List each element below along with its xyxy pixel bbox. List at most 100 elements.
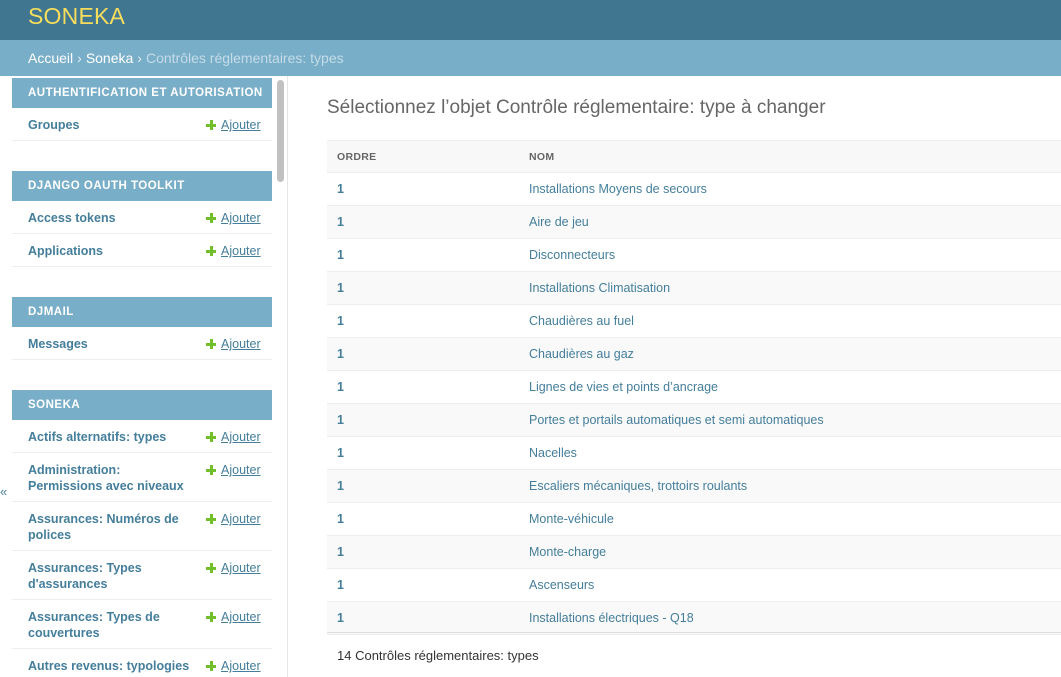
sidebar-item-link[interactable]: Autres revenus: typologies bbox=[28, 658, 203, 674]
table-row: 1 Ascenseurs bbox=[327, 569, 1061, 602]
sidebar-item-groupes: Groupes Ajouter bbox=[12, 108, 272, 141]
add-button[interactable]: Ajouter bbox=[206, 429, 261, 445]
add-button[interactable]: Ajouter bbox=[206, 658, 261, 674]
add-button[interactable]: Ajouter bbox=[206, 511, 261, 527]
module-auth: Authentification et autorisation Groupes… bbox=[12, 78, 272, 141]
row-ordre-link[interactable]: 1 bbox=[337, 347, 344, 361]
table-row: 1 Chaudières au gaz bbox=[327, 338, 1061, 371]
row-nom: Disconnecteurs bbox=[529, 248, 616, 262]
breadcrumb-home[interactable]: Accueil bbox=[28, 50, 73, 66]
sidebar-scrollbar[interactable] bbox=[277, 80, 284, 182]
main-content: Sélectionnez l’objet Contrôle réglementa… bbox=[287, 76, 1061, 677]
row-nom: Nacelles bbox=[529, 446, 577, 460]
sidebar-item-link[interactable]: Applications bbox=[28, 243, 188, 259]
row-nom: Ascenseurs bbox=[529, 578, 595, 592]
row-ordre-link[interactable]: 1 bbox=[337, 611, 344, 625]
add-button[interactable]: Ajouter bbox=[206, 243, 261, 259]
sidebar-item-link[interactable]: Assurances: Types de couvertures bbox=[28, 609, 188, 641]
page-title: Sélectionnez l’objet Contrôle réglementa… bbox=[327, 97, 826, 118]
plus-icon bbox=[206, 465, 216, 475]
row-nom: Aire de jeu bbox=[529, 215, 589, 229]
table-row: 1 Installations électriques - Q18 bbox=[327, 602, 1061, 635]
breadcrumb-separator: › bbox=[137, 50, 142, 66]
sidebar-item-applications: Applications Ajouter bbox=[12, 234, 272, 267]
table-row: 1 Monte-véhicule bbox=[327, 503, 1061, 536]
row-ordre-link[interactable]: 1 bbox=[337, 578, 344, 592]
sidebar-item-types-assurances: Assurances: Types d'assurances Ajouter bbox=[12, 551, 272, 600]
site-brand[interactable]: SONEKA bbox=[28, 3, 125, 30]
plus-icon bbox=[206, 563, 216, 573]
add-button[interactable]: Ajouter bbox=[206, 336, 261, 352]
add-button[interactable]: Ajouter bbox=[206, 462, 261, 478]
table-row: 1 Aire de jeu bbox=[327, 206, 1061, 239]
table-header: ORDRE NOM bbox=[327, 140, 1061, 173]
module-caption[interactable]: Django OAuth Toolkit bbox=[12, 171, 272, 201]
row-nom: Chaudières au gaz bbox=[529, 347, 634, 361]
sidebar-item-link[interactable]: Assurances: Numéros de polices bbox=[28, 511, 188, 543]
plus-icon bbox=[206, 514, 216, 524]
sidebar-item-autres-revenus: Autres revenus: typologies Ajouter bbox=[12, 649, 272, 677]
result-list-table: ORDRE NOM 1 Installations Moyens de secou… bbox=[327, 140, 1061, 635]
row-nom: Portes et portails automatiques et semi … bbox=[529, 413, 824, 427]
table-row: 1 Monte-charge bbox=[327, 536, 1061, 569]
add-button[interactable]: Ajouter bbox=[206, 117, 261, 133]
sidebar-item-link[interactable]: Actifs alternatifs: types bbox=[28, 429, 188, 445]
row-ordre-link[interactable]: 1 bbox=[337, 512, 344, 526]
row-nom: Monte-charge bbox=[529, 545, 607, 559]
table-row: 1 Disconnecteurs bbox=[327, 239, 1061, 272]
table-row: 1 Portes et portails automatiques et semi… bbox=[327, 404, 1061, 437]
sidebar-item-link[interactable]: Messages bbox=[28, 336, 188, 352]
add-button[interactable]: Ajouter bbox=[206, 560, 261, 576]
row-ordre-link[interactable]: 1 bbox=[337, 380, 344, 394]
table-row: 1 Lignes de vies et points d’ancrage bbox=[327, 371, 1061, 404]
row-ordre-link[interactable]: 1 bbox=[337, 182, 344, 196]
table-row: 1 Installations Climatisation bbox=[327, 272, 1061, 305]
row-nom: Escaliers mécaniques, trottoirs roulants bbox=[529, 479, 748, 493]
module-caption[interactable]: Soneka bbox=[12, 390, 272, 420]
sidebar-item-link[interactable]: Access tokens bbox=[28, 210, 188, 226]
row-ordre-link[interactable]: 1 bbox=[337, 314, 344, 328]
row-nom: Lignes de vies et points d’ancrage bbox=[529, 380, 719, 394]
row-nom: Installations Moyens de secours bbox=[529, 182, 707, 196]
plus-icon bbox=[206, 213, 216, 223]
row-ordre-link[interactable]: 1 bbox=[337, 446, 344, 460]
row-nom: Installations électriques - Q18 bbox=[529, 611, 694, 625]
breadcrumb-app[interactable]: Soneka bbox=[86, 50, 133, 66]
row-ordre-link[interactable]: 1 bbox=[337, 479, 344, 493]
plus-icon bbox=[206, 612, 216, 622]
sidebar-item-administration: Administration: Permissions avec niveaux… bbox=[12, 453, 272, 502]
table-body: 1 Installations Moyens de secours 1 Aire d… bbox=[327, 173, 1061, 635]
module-oauth: Django OAuth Toolkit Access tokens Ajout… bbox=[12, 171, 272, 267]
module-soneka: Soneka Actifs alternatifs: types Ajouter… bbox=[12, 390, 272, 677]
row-ordre-link[interactable]: 1 bbox=[337, 248, 344, 262]
row-ordre-link[interactable]: 1 bbox=[337, 215, 344, 229]
row-ordre-link[interactable]: 1 bbox=[337, 413, 344, 427]
row-nom: Installations Climatisation bbox=[529, 281, 671, 295]
sidebar-item-link[interactable]: Groupes bbox=[28, 117, 188, 133]
breadcrumb: Accueil › Soneka › Contrôles réglementaires:… bbox=[0, 40, 1061, 76]
sidebar-item-link[interactable]: Administration: Permissions avec niveaux bbox=[28, 462, 188, 494]
sidebar-item-actifs: Actifs alternatifs: types Ajouter bbox=[12, 420, 272, 453]
sidebar-toggle-icon[interactable]: « bbox=[0, 484, 8, 500]
module-caption[interactable]: Authentification et autorisation bbox=[12, 78, 272, 108]
sidebar-item-access-tokens: Access tokens Ajouter bbox=[12, 201, 272, 234]
row-ordre-link[interactable]: 1 bbox=[337, 545, 344, 559]
plus-icon bbox=[206, 339, 216, 349]
breadcrumb-separator: › bbox=[77, 50, 82, 66]
module-djmail: Djmail Messages Ajouter bbox=[12, 297, 272, 360]
paginator: 14 Contrôles réglementaires: types bbox=[327, 632, 1061, 677]
sidebar-item-link[interactable]: Assurances: Types d'assurances bbox=[28, 560, 188, 592]
row-nom: Monte-véhicule bbox=[529, 512, 614, 526]
module-caption[interactable]: Djmail bbox=[12, 297, 272, 327]
table-row: 1 Chaudières au fuel bbox=[327, 305, 1061, 338]
column-header-ordre[interactable]: ORDRE bbox=[337, 151, 376, 163]
plus-icon bbox=[206, 661, 216, 671]
plus-icon bbox=[206, 246, 216, 256]
column-header-nom[interactable]: NOM bbox=[529, 151, 554, 163]
breadcrumb-current: Contrôles réglementaires: types bbox=[145, 50, 344, 66]
site-header: SONEKA bbox=[0, 0, 1061, 40]
add-button[interactable]: Ajouter bbox=[206, 609, 261, 625]
row-ordre-link[interactable]: 1 bbox=[337, 281, 344, 295]
add-button[interactable]: Ajouter bbox=[206, 210, 261, 226]
plus-icon bbox=[206, 432, 216, 442]
